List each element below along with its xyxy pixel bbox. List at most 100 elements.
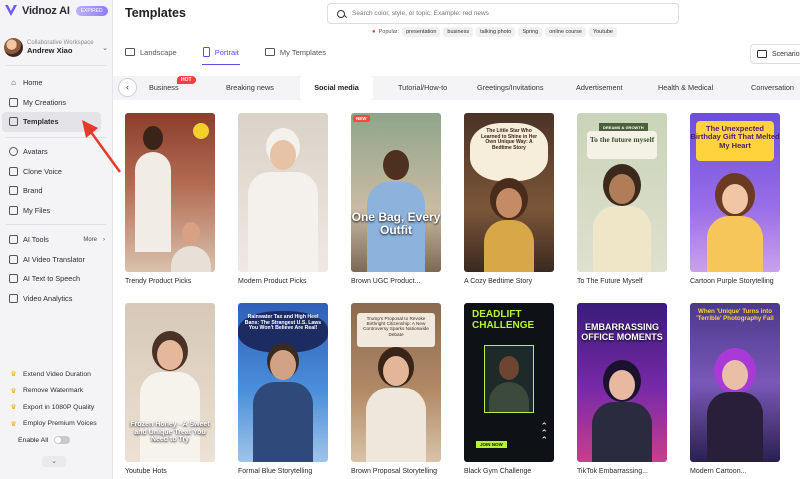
template-thumbnail[interactable]: Frozen Honey - A Sweet and Unique Treat …: [125, 303, 215, 462]
template-thumbnail[interactable]: NEW One Bag, Every Outfit: [351, 113, 441, 272]
sidebar-item-label: Clone Voice: [23, 166, 62, 176]
template-card[interactable]: DEADLIFT CHALLENGE JOIN NOW ⌃ ⌃ ⌃ Black Gy…: [464, 303, 554, 475]
landscape-icon: [125, 48, 135, 56]
new-badge: NEW: [353, 115, 370, 122]
template-thumbnail[interactable]: When 'Unique' Turns into 'Terrible' Phot…: [690, 303, 780, 462]
search-bar[interactable]: [327, 3, 679, 24]
crown-icon: ♛: [10, 387, 17, 395]
template-thumbnail[interactable]: DREAMS & GROWTH To the future myself: [577, 113, 667, 272]
category-advertisement[interactable]: Advertisement: [576, 76, 623, 100]
template-overlay-text: Rainwater Tax and High Heel Bans: The St…: [244, 314, 322, 332]
category-tutorial[interactable]: Tutorial/How-to: [398, 76, 447, 100]
template-thumbnail[interactable]: [238, 113, 328, 272]
template-card[interactable]: Modern Product Picks: [238, 113, 328, 285]
scenario-button[interactable]: Scenario: [750, 44, 800, 64]
chevron-down-icon[interactable]: ⌄: [102, 44, 108, 52]
logo[interactable]: Vidnoz AI EXPIRED: [4, 4, 108, 17]
tab-label: Landscape: [140, 47, 177, 57]
tab-label: Portrait: [214, 47, 239, 57]
upgrade-item[interactable]: ♛ Employ Premium Voices: [0, 416, 113, 433]
popular-label: Popular:: [378, 29, 400, 35]
template-thumbnail[interactable]: EMBARRASSING OFFICE MOMENTS: [577, 303, 667, 462]
view-tabs: Landscape Portrait My Templates: [125, 45, 327, 65]
template-title: Black Gym Challenge: [464, 468, 532, 475]
template-overlay-text: EMBARRASSING OFFICE MOMENTS: [581, 322, 663, 342]
sidebar-item-video-analytics[interactable]: Video Analytics: [0, 289, 113, 309]
hot-badge: HOT: [177, 76, 196, 84]
sidebar-item-label: Home: [23, 78, 43, 88]
category-conversation[interactable]: Conversation: [751, 76, 794, 100]
template-thumbnail[interactable]: The Little Star Who Learned to Shine in …: [464, 113, 554, 272]
tab-portrait[interactable]: Portrait: [201, 45, 241, 65]
category-health-medical[interactable]: Health & Medical: [658, 76, 713, 100]
template-card[interactable]: Trendy Product Picks: [125, 113, 215, 285]
sidebar: Vidnoz AI EXPIRED Collaborative Workspac…: [0, 0, 113, 479]
template-card[interactable]: When 'Unique' Turns into 'Terrible' Phot…: [690, 303, 780, 475]
sidebar-item-my-files[interactable]: My Files: [0, 201, 113, 221]
template-card[interactable]: The Unexpected Birthday Gift That Melted…: [690, 113, 780, 285]
sidebar-item-ai-tools[interactable]: AI Tools More ›: [0, 230, 113, 250]
tab-my-templates[interactable]: My Templates: [264, 45, 327, 59]
template-title: A Cozy Bedtime Story: [464, 278, 533, 285]
sidebar-item-home[interactable]: ⌂ Home: [0, 73, 113, 93]
template-card[interactable]: EMBARRASSING OFFICE MOMENTS TikTok Embar…: [577, 303, 667, 475]
join-now-button: JOIN NOW: [476, 441, 507, 448]
collapse-chevron-icon[interactable]: ⌄: [42, 456, 66, 467]
popular-tag[interactable]: Spring: [518, 27, 543, 37]
chevron-left-icon[interactable]: ‹: [118, 78, 137, 97]
category-breaking-news[interactable]: Breaking news: [226, 76, 274, 100]
template-card[interactable]: NEW One Bag, Every Outfit Brown UGC Prod…: [351, 113, 441, 285]
sidebar-item-ai-text-to-speech[interactable]: AI Text to Speech: [0, 269, 113, 289]
template-card[interactable]: Frozen Honey - A Sweet and Unique Treat …: [125, 303, 215, 475]
template-card[interactable]: Rainwater Tax and High Heel Bans: The St…: [238, 303, 328, 475]
enable-all-toggle[interactable]: [54, 436, 71, 444]
template-card[interactable]: Trump's Proposal to Revoke Birthright Ci…: [351, 303, 441, 475]
upgrade-item[interactable]: ♛ Extend Video Duration: [0, 366, 113, 383]
sidebar-item-label: AI Tools: [23, 235, 49, 245]
sidebar-item-brand[interactable]: Brand: [0, 181, 113, 201]
template-overlay-text: DEADLIFT CHALLENGE: [472, 309, 535, 331]
tab-landscape[interactable]: Landscape: [125, 45, 177, 59]
template-overlay-text: The Unexpected Birthday Gift That Melted…: [690, 124, 780, 150]
upgrade-features: ♛ Extend Video Duration ♛ Remove Waterma…: [0, 366, 113, 448]
template-title: Trendy Product Picks: [125, 278, 192, 285]
my-templates-icon: [264, 48, 275, 56]
upgrade-item[interactable]: ♛ Export in 1080P Quality: [0, 399, 113, 416]
upgrade-item-label: Extend Video Duration: [23, 370, 91, 378]
plan-badge: EXPIRED: [75, 5, 108, 16]
template-overlay-text: Trump's Proposal to Revoke Birthright Ci…: [363, 316, 429, 337]
popular-tag[interactable]: talking photo: [476, 27, 516, 37]
template-card[interactable]: DREAMS & GROWTH To the future myself To …: [577, 113, 667, 285]
search-icon: [337, 9, 345, 18]
template-thumbnail[interactable]: Rainwater Tax and High Heel Bans: The St…: [238, 303, 328, 462]
more-link[interactable]: More: [83, 237, 97, 243]
template-thumbnail[interactable]: [125, 113, 215, 272]
popular-tag[interactable]: online course: [545, 27, 586, 37]
template-title: Brown UGC Product...: [351, 278, 421, 285]
app-name: Vidnoz AI: [22, 4, 70, 17]
avatar: [4, 38, 23, 57]
tab-label: My Templates: [279, 47, 327, 57]
user-name: Andrew Xiao: [27, 45, 73, 55]
category-greetings[interactable]: Greetings/Invitations: [477, 76, 544, 100]
template-thumbnail[interactable]: Trump's Proposal to Revoke Birthright Ci…: [351, 303, 441, 462]
page-title: Templates: [125, 6, 186, 20]
sidebar-item-ai-video-translator[interactable]: AI Video Translator: [0, 250, 113, 270]
search-input[interactable]: [352, 10, 652, 17]
category-business[interactable]: Business: [149, 76, 179, 100]
workspace-switcher[interactable]: Collaborative Workspace Andrew Xiao ⌄: [4, 38, 108, 57]
popular-tag[interactable]: presentation: [402, 27, 441, 37]
upgrade-item-label: Export in 1080P Quality: [23, 403, 95, 411]
popular-tag[interactable]: Youtube: [588, 27, 617, 37]
divider: [6, 224, 106, 225]
template-card[interactable]: The Little Star Who Learned to Shine in …: [464, 113, 554, 285]
chevron-right-icon: ›: [103, 236, 105, 243]
category-social-media[interactable]: Social media: [300, 76, 373, 100]
template-thumbnail[interactable]: DEADLIFT CHALLENGE JOIN NOW ⌃ ⌃ ⌃: [464, 303, 554, 462]
popular-tag[interactable]: business: [443, 27, 474, 37]
upgrade-item[interactable]: ♛ Remove Watermark: [0, 383, 113, 400]
sidebar-item-my-creations[interactable]: My Creations: [0, 93, 113, 113]
template-thumbnail[interactable]: The Unexpected Birthday Gift That Melted…: [690, 113, 780, 272]
templates-icon: [9, 117, 18, 127]
template-overlay-text: When 'Unique' Turns into 'Terrible' Phot…: [696, 308, 774, 322]
